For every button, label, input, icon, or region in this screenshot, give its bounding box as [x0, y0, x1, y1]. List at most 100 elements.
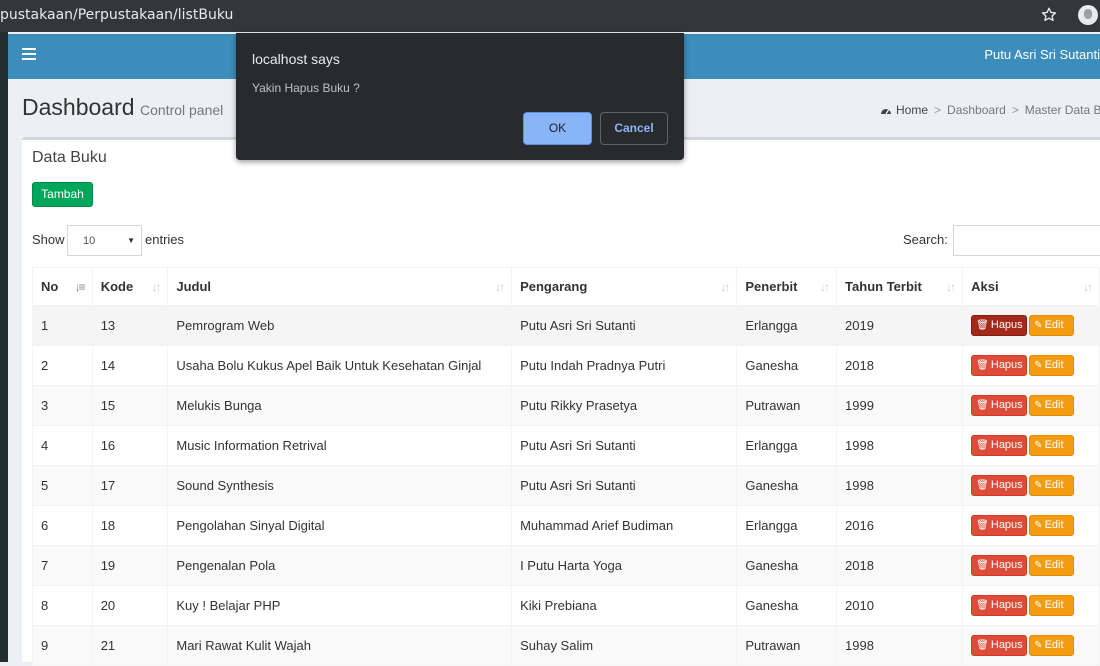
edit-button[interactable]: ✎ Edit — [1029, 355, 1075, 376]
cell-no: 5 — [32, 465, 93, 506]
table-row: 2 14 Usaha Bolu Kukus Apel Baik Untuk Kese… — [32, 345, 1100, 386]
browser-bar: pustakaan/Perpustakaan/listBuku — [0, 0, 1100, 32]
table-row: 1 13 Pemrogram Web Putu Asri Sri Sutanti Erl… — [32, 305, 1100, 346]
sort-icon: ↓↑ — [946, 280, 956, 294]
delete-label: Hapus — [990, 559, 1023, 571]
edit-button[interactable]: ✎ Edit — [1029, 315, 1075, 337]
sidebar-edge — [0, 32, 8, 662]
add-book-button[interactable]: Tambah — [32, 182, 93, 207]
cell-kode: 14 — [91, 345, 169, 386]
edit-button[interactable]: ✎ Edit — [1029, 395, 1075, 416]
edit-button[interactable]: ✎ Edit — [1029, 595, 1075, 616]
table-header-row: No ↓≡ Kode ↓↑ Judul ↓↑ Pengarang ↓↑ Penerbit… — [32, 267, 1100, 307]
cell-pengarang: Putu Indah Pradnya Putri — [511, 345, 738, 386]
table-row: 5 17 Sound Synthesis Putu Asri Sri Sutanti G… — [32, 465, 1100, 506]
cell-penerbit: Erlangga — [736, 425, 838, 466]
cell-aksi: 🗑 Hapus ✎ Edit — [962, 585, 1100, 626]
user-name[interactable]: Putu Asri Sri Sutanti — [984, 47, 1100, 62]
delete-label: Hapus — [990, 519, 1023, 531]
trash-icon: 🗑 — [976, 600, 989, 611]
cell-tahun: 2019 — [836, 305, 964, 346]
edit-button[interactable]: ✎ Edit — [1029, 635, 1075, 656]
delete-button[interactable]: 🗑 Hapus — [971, 355, 1028, 376]
cell-tahun: 2018 — [836, 545, 964, 586]
show-label: Show — [32, 232, 65, 247]
edit-button[interactable]: ✎ Edit — [1029, 435, 1075, 456]
cell-tahun: 1998 — [836, 425, 964, 466]
menu-icon[interactable] — [22, 48, 36, 60]
caret-down-icon: ▼ — [127, 236, 135, 245]
search-input[interactable] — [953, 225, 1100, 256]
address-bar-url[interactable]: pustakaan/Perpustakaan/listBuku — [0, 7, 233, 23]
delete-button[interactable]: 🗑 Hapus — [971, 395, 1028, 416]
breadcrumb-current: Master Data Buku — [1024, 103, 1100, 117]
cell-no: 8 — [32, 585, 93, 626]
cell-pengarang: Putu Asri Sri Sutanti — [511, 465, 738, 506]
cell-aksi: 🗑 Hapus ✎ Edit — [962, 545, 1100, 586]
cell-judul: Music Information Retrival — [167, 425, 513, 466]
delete-button[interactable]: 🗑 Hapus — [971, 315, 1028, 337]
delete-button[interactable]: 🗑 Hapus — [971, 475, 1028, 496]
cell-penerbit: Ganesha — [736, 585, 838, 626]
delete-label: Hapus — [990, 639, 1023, 651]
cell-aksi: 🗑 Hapus ✎ Edit — [962, 305, 1100, 346]
delete-label: Hapus — [990, 599, 1023, 611]
entries-select[interactable]: 10 ▼ — [67, 225, 142, 256]
breadcrumb-dashboard[interactable]: Dashboard — [947, 103, 1006, 117]
table-row: 3 15 Melukis Bunga Putu Rikky Prasetya Putra… — [32, 385, 1100, 426]
dialog-cancel-button[interactable]: Cancel — [600, 112, 668, 145]
sort-icon: ↓↑ — [1083, 280, 1093, 294]
edit-button[interactable]: ✎ Edit — [1029, 555, 1075, 576]
trash-icon: 🗑 — [976, 440, 989, 451]
cell-judul: Pengolahan Sinyal Digital — [167, 505, 513, 546]
edit-label: Edit — [1044, 359, 1064, 371]
cell-kode: 13 — [91, 305, 169, 346]
cell-tahun: 2018 — [836, 345, 964, 386]
trash-icon: 🗑 — [976, 360, 989, 371]
pencil-icon: ✎ — [1034, 520, 1043, 531]
column-header-penerbit[interactable]: Penerbit ↓↑ — [736, 267, 838, 307]
entries-label: entries — [145, 232, 185, 247]
edit-label: Edit — [1044, 519, 1064, 531]
cell-aksi: 🗑 Hapus ✎ Edit — [962, 425, 1100, 466]
delete-label: Hapus — [990, 319, 1023, 332]
edit-label: Edit — [1044, 639, 1064, 651]
cell-no: 3 — [32, 385, 93, 426]
column-header-aksi[interactable]: Aksi ↓↑ — [962, 267, 1100, 307]
delete-button[interactable]: 🗑 Hapus — [971, 435, 1028, 456]
entries-value: 10 — [83, 235, 96, 247]
cell-judul: Pengenalan Pola — [167, 545, 513, 586]
table-row: 8 20 Kuy ! Belajar PHP Kiki Prebiana Ganesha… — [32, 585, 1100, 626]
pencil-icon: ✎ — [1034, 560, 1043, 571]
star-icon[interactable] — [1040, 6, 1058, 24]
dashboard-icon — [881, 109, 891, 115]
breadcrumb-home[interactable]: Home — [896, 103, 928, 117]
delete-label: Hapus — [990, 479, 1023, 491]
column-header-tahun-terbit[interactable]: Tahun Terbit ↓↑ — [836, 267, 964, 307]
dialog-ok-button[interactable]: OK — [523, 112, 592, 145]
cell-tahun: 1998 — [836, 625, 964, 666]
pencil-icon: ✎ — [1034, 480, 1043, 491]
column-header-kode[interactable]: Kode ↓↑ — [91, 267, 169, 307]
edit-button[interactable]: ✎ Edit — [1029, 475, 1075, 496]
delete-button[interactable]: 🗑 Hapus — [971, 635, 1028, 656]
delete-button[interactable]: 🗑 Hapus — [971, 515, 1028, 536]
cell-no: 1 — [32, 305, 93, 346]
column-header-no[interactable]: No ↓≡ — [32, 267, 93, 307]
trash-icon: 🗑 — [976, 640, 989, 651]
pencil-icon: ✎ — [1034, 440, 1043, 451]
column-header-judul[interactable]: Judul ↓↑ — [167, 267, 513, 307]
profile-icon[interactable] — [1078, 5, 1098, 25]
edit-label: Edit — [1044, 559, 1064, 571]
sort-icon: ↓↑ — [495, 280, 505, 294]
edit-button[interactable]: ✎ Edit — [1029, 515, 1075, 536]
column-header-pengarang[interactable]: Pengarang ↓↑ — [511, 267, 738, 307]
delete-button[interactable]: 🗑 Hapus — [971, 555, 1028, 576]
cell-no: 4 — [32, 425, 93, 466]
delete-button[interactable]: 🗑 Hapus — [971, 595, 1028, 616]
table-row: 4 16 Music Information Retrival Putu Asri S… — [32, 425, 1100, 466]
cell-penerbit: Ganesha — [736, 545, 838, 586]
pencil-icon: ✎ — [1034, 640, 1043, 651]
trash-icon: 🗑 — [976, 480, 989, 491]
cell-penerbit: Erlangga — [736, 505, 838, 546]
